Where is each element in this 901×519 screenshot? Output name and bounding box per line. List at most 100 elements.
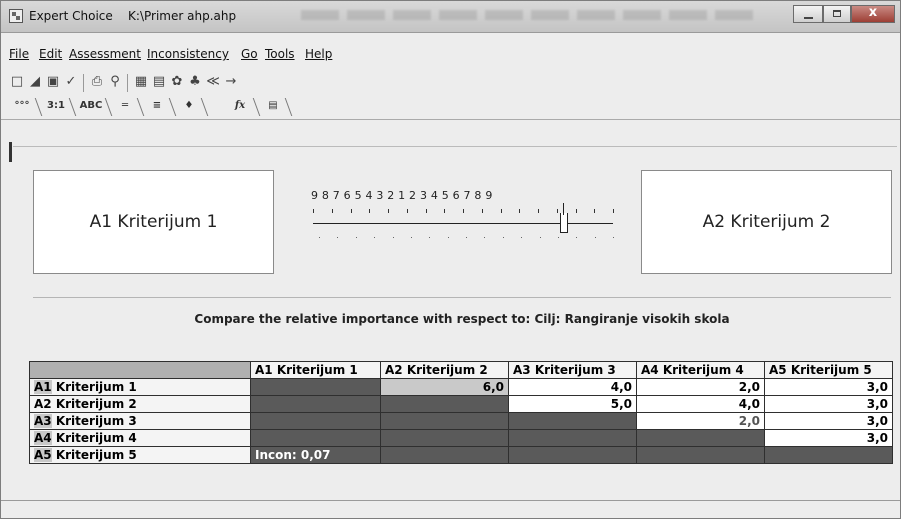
minimize-button[interactable] bbox=[793, 5, 823, 23]
settings-icon[interactable]: ✿ bbox=[169, 74, 185, 90]
scale-tick bbox=[500, 209, 502, 213]
chart-icon[interactable]: ▤ bbox=[151, 74, 167, 90]
row-header[interactable]: A5 Kriterijum 5 bbox=[29, 446, 251, 464]
expert-choice-app-icon[interactable] bbox=[9, 9, 23, 23]
matrix-row: A3 Kriterijum 3 2,0 3,0 bbox=[29, 412, 893, 430]
tab-direct[interactable]: ♦ bbox=[177, 97, 201, 115]
comparison-scale[interactable]: 9 8 7 6 5 4 3 2 1 2 3 4 5 6 7 8 9 bbox=[311, 189, 616, 254]
row-label: Kriterijum 5 bbox=[51, 448, 137, 462]
scale-dots bbox=[319, 237, 614, 239]
matrix-cell[interactable]: 3,0 bbox=[764, 395, 893, 413]
column-header[interactable]: A3 Kriterijum 3 bbox=[508, 361, 637, 379]
menu-assessment[interactable]: Assessment bbox=[69, 47, 141, 61]
matrix-header-row: A1 Kriterijum 1 A2 Kriterijum 2 A3 Krite… bbox=[29, 361, 893, 379]
menu-bar: File Edit Assessment Inconsistency Go To… bbox=[9, 45, 389, 65]
matrix-cell[interactable]: 4,0 bbox=[508, 378, 637, 396]
right-criterion-label: A2 Kriterijum 2 bbox=[702, 212, 831, 232]
matrix-cell-selected[interactable]: 6,0 bbox=[380, 378, 509, 396]
matrix-row: A2 Kriterijum 2 5,0 4,0 3,0 bbox=[29, 395, 893, 413]
comparison-matrix: A1 Kriterijum 1 A2 Kriterijum 2 A3 Krite… bbox=[29, 361, 893, 464]
open-folder-icon[interactable]: ◢ bbox=[27, 74, 43, 90]
tab-formula[interactable]: fx bbox=[227, 97, 253, 115]
close-button[interactable]: x bbox=[851, 5, 895, 23]
save-icon[interactable]: ▣ bbox=[45, 74, 61, 90]
tab-verbal-label: ABC bbox=[79, 100, 103, 111]
tab-formula-label: fx bbox=[234, 100, 246, 111]
right-criterion-box[interactable]: A2 Kriterijum 2 bbox=[641, 170, 892, 274]
scale-dot bbox=[539, 237, 541, 238]
matrix-cell[interactable]: 5,0 bbox=[508, 395, 637, 413]
scale-tick bbox=[519, 209, 521, 213]
app-name: Expert Choice bbox=[29, 9, 113, 23]
scale-numbers: 9 8 7 6 5 4 3 2 1 2 3 4 5 6 7 8 9 bbox=[311, 189, 493, 202]
status-divider bbox=[1, 500, 900, 501]
arrow-icon[interactable]: → bbox=[223, 74, 239, 90]
tab-data-grid[interactable]: ▤ bbox=[261, 97, 285, 115]
scale-tick bbox=[556, 209, 558, 213]
check-icon[interactable]: ≪ bbox=[205, 74, 221, 90]
row-header[interactable]: A2 Kriterijum 2 bbox=[29, 395, 251, 413]
matrix-row: A1 Kriterijum 1 6,0 4,0 2,0 3,0 bbox=[29, 378, 893, 396]
tree-icon[interactable]: ♣ bbox=[187, 74, 203, 90]
matrix-cell[interactable]: 2,0 bbox=[636, 412, 765, 430]
column-header[interactable]: A1 Kriterijum 1 bbox=[250, 361, 381, 379]
print-preview-icon[interactable]: ⚲ bbox=[107, 74, 123, 90]
scale-line bbox=[313, 223, 613, 224]
matrix-cell[interactable]: 3,0 bbox=[764, 378, 893, 396]
tab-verbal[interactable]: ABC bbox=[77, 97, 105, 115]
scale-tick bbox=[425, 209, 427, 213]
menu-assessment-label: Assessment bbox=[69, 47, 141, 61]
scale-tick bbox=[444, 209, 446, 213]
matrix-cell[interactable]: 3,0 bbox=[764, 429, 893, 447]
matrix-cell-disabled bbox=[380, 412, 509, 430]
splitter-marker[interactable] bbox=[9, 142, 12, 162]
print-icon[interactable]: ⎙ bbox=[89, 74, 105, 90]
matrix-row: A4 Kriterijum 4 3,0 bbox=[29, 429, 893, 447]
menu-file[interactable]: File bbox=[9, 47, 29, 61]
toolbar: □ ◢ ▣ ✓ ⎙ ⚲ ▦ ▤ ✿ ♣ ≪ → bbox=[9, 71, 399, 95]
left-criterion-box[interactable]: A1 Kriterijum 1 bbox=[33, 170, 274, 274]
matrix-cell[interactable]: 3,0 bbox=[764, 412, 893, 430]
scale-dot bbox=[447, 237, 449, 238]
column-header[interactable]: A4 Kriterijum 4 bbox=[636, 361, 765, 379]
comparison-prompt-text: Compare the relative importance with res… bbox=[194, 312, 730, 326]
calculator-icon[interactable]: ▦ bbox=[133, 74, 149, 90]
menu-inconsistency[interactable]: Inconsistency bbox=[147, 47, 229, 61]
edit-icon[interactable]: ✓ bbox=[63, 74, 79, 90]
scale-dot bbox=[392, 237, 394, 238]
tab-direct-label: ♦ bbox=[184, 100, 194, 111]
matrix-cell[interactable]: 2,0 bbox=[636, 378, 765, 396]
row-header[interactable]: A3 Kriterijum 3 bbox=[29, 412, 251, 430]
row-code: A3 bbox=[34, 414, 52, 428]
column-header[interactable]: A2 Kriterijum 2 bbox=[380, 361, 509, 379]
scale-dot bbox=[576, 237, 578, 238]
menu-help[interactable]: Help bbox=[305, 47, 332, 61]
scale-slider-handle[interactable] bbox=[560, 203, 568, 233]
row-header[interactable]: A4 Kriterijum 4 bbox=[29, 429, 251, 447]
menu-tools[interactable]: Tools bbox=[265, 47, 295, 61]
scale-tick bbox=[331, 209, 333, 213]
matrix-cell[interactable]: 4,0 bbox=[636, 395, 765, 413]
menu-edit[interactable]: Edit bbox=[39, 47, 62, 61]
mode-tabs: °°° 3:1 ABC ═ ≡ ♦ fx ▤ bbox=[9, 97, 489, 117]
row-header[interactable]: A1 Kriterijum 1 bbox=[29, 378, 251, 396]
tab-questionnaire[interactable]: ≡ bbox=[145, 97, 169, 115]
scale-ticks bbox=[313, 209, 614, 213]
menu-file-label: File bbox=[9, 47, 30, 61]
matrix-cell-disabled bbox=[380, 429, 509, 447]
tab-tree[interactable]: °°° bbox=[9, 97, 35, 115]
menu-go[interactable]: Go bbox=[241, 47, 258, 61]
tab-numerical[interactable]: 3:1 bbox=[43, 97, 69, 115]
maximize-button[interactable] bbox=[823, 5, 851, 23]
scale-dot bbox=[319, 237, 320, 238]
tab-graphical[interactable]: ═ bbox=[113, 97, 137, 115]
scale-tick bbox=[481, 209, 483, 213]
new-file-icon[interactable]: □ bbox=[9, 74, 25, 90]
menu-edit-label: Edit bbox=[39, 47, 63, 61]
matrix-cell-disabled bbox=[380, 395, 509, 413]
scale-tick bbox=[369, 209, 371, 213]
file-path: K:\Primer ahp.ahp bbox=[128, 9, 237, 23]
scale-dot bbox=[337, 237, 339, 238]
comparison-prompt: Compare the relative importance with res… bbox=[33, 297, 891, 340]
column-header[interactable]: A5 Kriterijum 5 bbox=[764, 361, 893, 379]
